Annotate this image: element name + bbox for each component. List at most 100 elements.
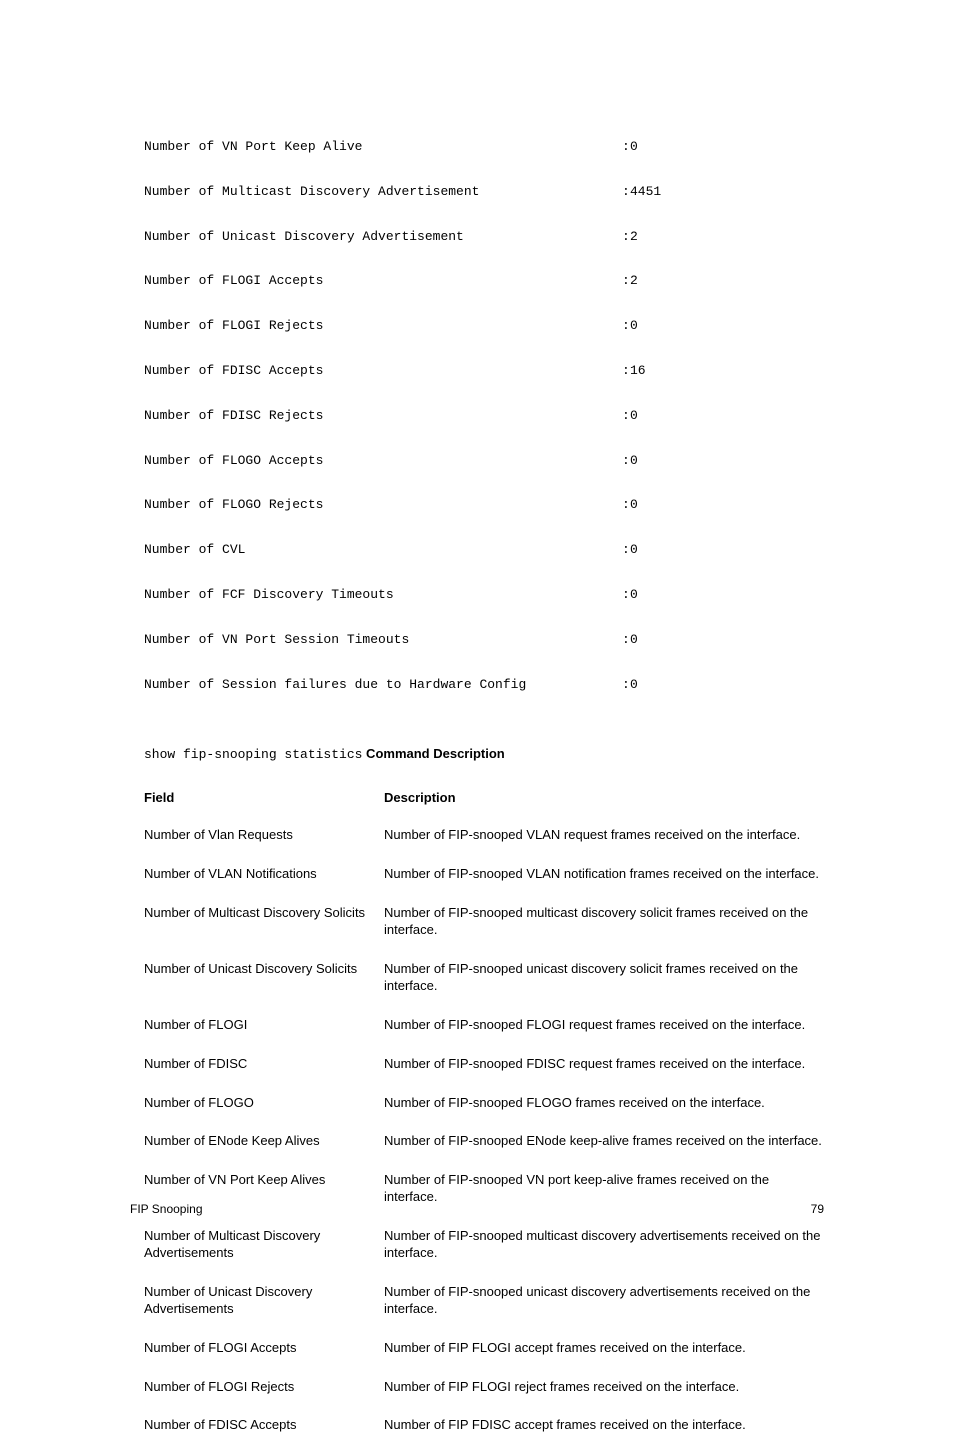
stat-label: Number of CVL — [144, 543, 622, 558]
table-row: Number of FLOGINumber of FIP-snooped FLO… — [144, 1017, 824, 1034]
stat-value: 4451 — [630, 185, 661, 200]
desc-cell: Number of FIP-snooped ENode keep-alive f… — [384, 1133, 824, 1150]
field-cell: Number of FLOGI Rejects — [144, 1379, 384, 1396]
stat-label: Number of FLOGO Rejects — [144, 498, 622, 513]
field-cell: Number of FLOGI — [144, 1017, 384, 1034]
stat-label: Number of FLOGI Accepts — [144, 274, 622, 289]
stat-row: Number of Multicast Discovery Advertisem… — [144, 185, 824, 200]
table-row: Number of Multicast Discovery Advertisem… — [144, 1228, 824, 1262]
field-cell: Number of VLAN Notifications — [144, 866, 384, 883]
stat-value: 0 — [630, 454, 638, 469]
table-row: Number of FLOGONumber of FIP-snooped FLO… — [144, 1095, 824, 1112]
stat-sep: : — [622, 543, 630, 558]
stat-value: 16 — [630, 364, 646, 379]
field-cell: Number of Unicast Discovery Solicits — [144, 961, 384, 995]
stat-sep: : — [622, 230, 630, 245]
table-row: Number of Multicast Discovery SolicitsNu… — [144, 905, 824, 939]
stat-sep: : — [622, 454, 630, 469]
desc-cell: Number of FIP-snooped FLOGO frames recei… — [384, 1095, 824, 1112]
table-row: Number of FDISC AcceptsNumber of FIP FDI… — [144, 1417, 824, 1434]
stat-row: Number of FDISC Accepts:16 — [144, 364, 824, 379]
field-cell: Number of Multicast Discovery Solicits — [144, 905, 384, 939]
table-row: Number of VLAN NotificationsNumber of FI… — [144, 866, 824, 883]
footer-left: FIP Snooping — [130, 1202, 203, 1216]
stat-row: Number of FCF Discovery Timeouts:0 — [144, 588, 824, 603]
header-field: Field — [144, 790, 384, 805]
field-cell: Number of FLOGI Accepts — [144, 1340, 384, 1357]
stat-value: 2 — [630, 230, 638, 245]
stat-row: Number of FLOGI Rejects:0 — [144, 319, 824, 334]
desc-cell: Number of FIP-snooped VLAN request frame… — [384, 827, 824, 844]
stat-sep: : — [622, 409, 630, 424]
statistics-block: Number of VN Port Keep Alive:0 Number of… — [144, 110, 824, 722]
desc-cell: Number of FIP FLOGI reject frames receiv… — [384, 1379, 824, 1396]
stat-row: Number of Unicast Discovery Advertisemen… — [144, 230, 824, 245]
stat-label: Number of FLOGO Accepts — [144, 454, 622, 469]
stat-sep: : — [622, 588, 630, 603]
stat-value: 0 — [630, 409, 638, 424]
stat-value: 0 — [630, 633, 638, 648]
stat-label: Number of VN Port Keep Alive — [144, 140, 622, 155]
stat-row: Number of Session failures due to Hardwa… — [144, 678, 824, 693]
stat-value: 0 — [630, 140, 638, 155]
stat-row: Number of FLOGO Accepts:0 — [144, 454, 824, 469]
desc-cell: Number of FIP-snooped unicast discovery … — [384, 961, 824, 995]
stat-value: 0 — [630, 588, 638, 603]
stat-label: Number of VN Port Session Timeouts — [144, 633, 622, 648]
stat-label: Number of FLOGI Rejects — [144, 319, 622, 334]
stat-row: Number of FLOGI Accepts:2 — [144, 274, 824, 289]
field-cell: Number of Unicast Discovery Advertisemen… — [144, 1284, 384, 1318]
table-row: Number of Unicast Discovery SolicitsNumb… — [144, 961, 824, 995]
stat-sep: : — [622, 185, 630, 200]
table-row: Number of Unicast Discovery Advertisemen… — [144, 1284, 824, 1318]
stat-value: 0 — [630, 678, 638, 693]
page-number: 79 — [811, 1202, 824, 1216]
table-row: Number of FLOGI RejectsNumber of FIP FLO… — [144, 1379, 824, 1396]
caption-mono: show fip-snooping statistics — [144, 747, 362, 762]
stat-sep: : — [622, 498, 630, 513]
field-cell: Number of FLOGO — [144, 1095, 384, 1112]
caption: show fip-snooping statistics Command Des… — [144, 746, 824, 762]
footer: FIP Snooping 79 — [130, 1202, 824, 1216]
stat-row: Number of VN Port Session Timeouts:0 — [144, 633, 824, 648]
desc-cell: Number of FIP-snooped multicast discover… — [384, 905, 824, 939]
stat-sep: : — [622, 678, 630, 693]
stat-row: Number of CVL:0 — [144, 543, 824, 558]
stat-label: Number of FDISC Accepts — [144, 364, 622, 379]
field-cell: Number of Multicast Discovery Advertisem… — [144, 1228, 384, 1262]
desc-cell: Number of FIP-snooped FDISC request fram… — [384, 1056, 824, 1073]
field-cell: Number of ENode Keep Alives — [144, 1133, 384, 1150]
header-desc: Description — [384, 790, 824, 805]
stat-sep: : — [622, 364, 630, 379]
stat-sep: : — [622, 274, 630, 289]
table-row: Number of ENode Keep AlivesNumber of FIP… — [144, 1133, 824, 1150]
table-row: Number of Vlan RequestsNumber of FIP-sno… — [144, 827, 824, 844]
table-row: Number of FDISCNumber of FIP-snooped FDI… — [144, 1056, 824, 1073]
field-cell: Number of FDISC — [144, 1056, 384, 1073]
stat-row: Number of FDISC Rejects:0 — [144, 409, 824, 424]
stat-value: 0 — [630, 498, 638, 513]
desc-cell: Number of FIP-snooped VLAN notification … — [384, 866, 824, 883]
stat-label: Number of Unicast Discovery Advertisemen… — [144, 230, 622, 245]
stat-row: Number of VN Port Keep Alive:0 — [144, 140, 824, 155]
desc-cell: Number of FIP FDISC accept frames receiv… — [384, 1417, 824, 1434]
stat-sep: : — [622, 319, 630, 334]
stat-label: Number of FDISC Rejects — [144, 409, 622, 424]
stat-value: 2 — [630, 274, 638, 289]
page: Number of VN Port Keep Alive:0 Number of… — [0, 0, 954, 1268]
stat-row: Number of FLOGO Rejects:0 — [144, 498, 824, 513]
table-row: Number of FLOGI AcceptsNumber of FIP FLO… — [144, 1340, 824, 1357]
caption-bold: Command Description — [362, 746, 504, 761]
table-header: Field Description — [144, 790, 824, 805]
field-cell: Number of Vlan Requests — [144, 827, 384, 844]
desc-cell: Number of FIP FLOGI accept frames receiv… — [384, 1340, 824, 1357]
stat-label: Number of FCF Discovery Timeouts — [144, 588, 622, 603]
field-cell: Number of FDISC Accepts — [144, 1417, 384, 1434]
desc-cell: Number of FIP-snooped FLOGI request fram… — [384, 1017, 824, 1034]
stat-value: 0 — [630, 543, 638, 558]
stat-label: Number of Multicast Discovery Advertisem… — [144, 185, 622, 200]
desc-cell: Number of FIP-snooped multicast discover… — [384, 1228, 824, 1262]
desc-cell: Number of FIP-snooped unicast discovery … — [384, 1284, 824, 1318]
stat-label: Number of Session failures due to Hardwa… — [144, 678, 622, 693]
stat-sep: : — [622, 633, 630, 648]
